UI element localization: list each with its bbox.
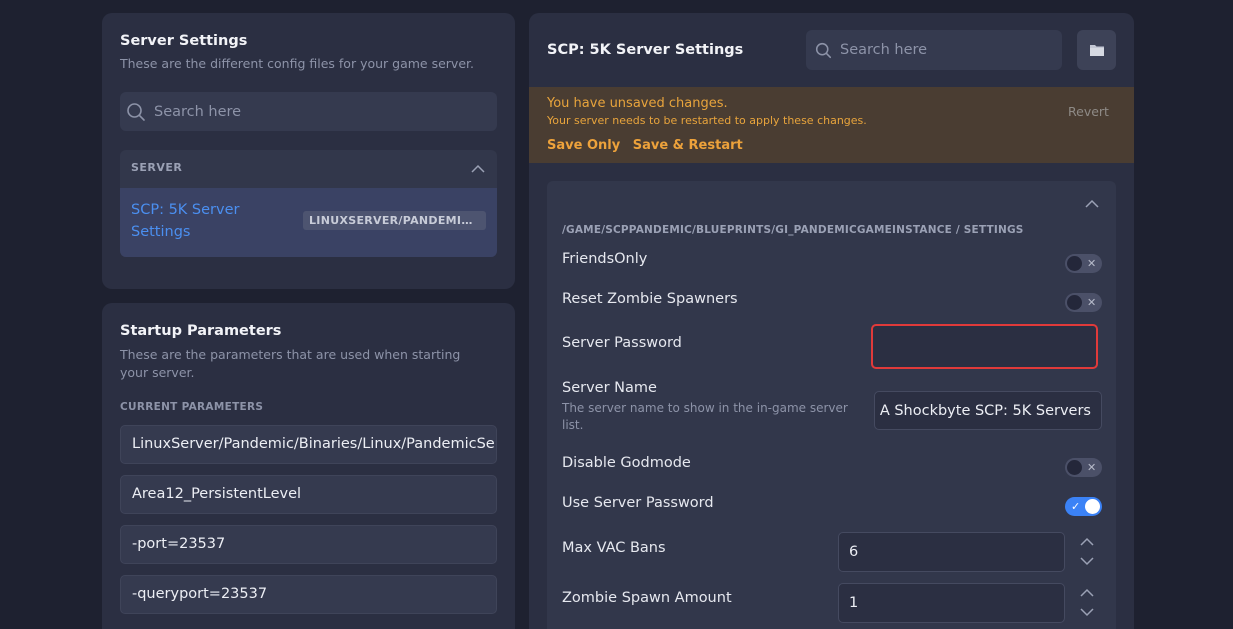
chevron-down-icon bbox=[1080, 607, 1094, 616]
toggle-off-icon: ✕ bbox=[1087, 296, 1097, 309]
settings-file-title: SCP: 5K Server Settings bbox=[547, 42, 744, 58]
disable-godmode-toggle[interactable]: ✕ bbox=[1065, 458, 1102, 477]
chevron-up-icon bbox=[1080, 588, 1094, 597]
settings-search-placeholder: Search here bbox=[840, 42, 928, 58]
zombie-spawn-amount-label: Zombie Spawn Amount bbox=[562, 590, 732, 606]
toggle-knob bbox=[1067, 295, 1082, 310]
server-config-group: SERVER SCP: 5K Server Settings LINUXSERV… bbox=[120, 150, 497, 257]
decrement-button[interactable] bbox=[1079, 602, 1095, 622]
server-password-input[interactable] bbox=[871, 324, 1098, 369]
unsaved-changes-alert: You have unsaved changes. Your server ne… bbox=[529, 87, 1134, 163]
config-file-label: SCP: 5K Server Settings bbox=[131, 202, 240, 240]
parameter-field[interactable]: -port=23537 bbox=[120, 525, 497, 564]
startup-parameters-panel: Startup Parameters These are the paramet… bbox=[102, 303, 515, 629]
config-search-placeholder: Search here bbox=[154, 103, 242, 120]
settings-section-card: /GAME/SCPPANDEMIC/BLUEPRINTS/GI_PANDEMIC… bbox=[547, 181, 1116, 629]
server-settings-panel: Server Settings These are the different … bbox=[102, 13, 515, 289]
max-vac-bans-label: Max VAC Bans bbox=[562, 540, 666, 556]
startup-subtitle: These are the parameters that are used w… bbox=[120, 347, 461, 380]
config-file-path-badge: LINUXSERVER/PANDEMIC/SAVED/CONFIG/LINUXS… bbox=[303, 211, 486, 230]
increment-button[interactable] bbox=[1079, 582, 1095, 602]
server-settings-subtitle: These are the different config files for… bbox=[120, 56, 474, 71]
page: Server Settings These are the different … bbox=[0, 0, 1233, 629]
server-name-label: Server Name bbox=[562, 380, 657, 396]
server-name-value: A Shockbyte SCP: 5K Servers bbox=[879, 402, 1091, 419]
zombie-spawn-amount-stepper bbox=[1079, 582, 1095, 622]
parameter-field[interactable]: -queryport=23537 bbox=[120, 575, 497, 614]
save-restart-button[interactable]: Save & Restart bbox=[633, 138, 743, 153]
config-search-input[interactable]: Search here bbox=[120, 92, 497, 131]
toggle-knob bbox=[1085, 499, 1100, 514]
section-path: /GAME/SCPPANDEMIC/BLUEPRINTS/GI_PANDEMIC… bbox=[562, 224, 1024, 236]
toggle-on-icon: ✓ bbox=[1071, 500, 1081, 513]
use-server-password-toggle[interactable]: ✓ bbox=[1065, 497, 1102, 516]
decrement-button[interactable] bbox=[1079, 551, 1095, 571]
disable-godmode-label: Disable Godmode bbox=[562, 455, 691, 471]
server-name-input[interactable]: A Shockbyte SCP: 5K Servers bbox=[874, 391, 1102, 430]
max-vac-bans-input[interactable]: 6 bbox=[838, 532, 1065, 572]
toggle-off-icon: ✕ bbox=[1087, 257, 1097, 270]
server-name-description: The server name to show in the in-game s… bbox=[562, 401, 848, 432]
chevron-down-icon bbox=[1080, 556, 1094, 565]
reset-zombie-spawners-label: Reset Zombie Spawners bbox=[562, 291, 738, 307]
toggle-knob bbox=[1067, 460, 1082, 475]
reset-zombie-spawners-toggle[interactable]: ✕ bbox=[1065, 293, 1102, 312]
toggle-off-icon: ✕ bbox=[1087, 461, 1097, 474]
game-ini-settings-panel: SCP: 5K Server Settings Search here You … bbox=[529, 13, 1134, 629]
restart-notice: Your server needs to be restarted to app… bbox=[547, 114, 867, 127]
server-password-label: Server Password bbox=[562, 335, 682, 351]
max-vac-bans-stepper bbox=[1079, 531, 1095, 571]
settings-search-input[interactable]: Search here bbox=[806, 30, 1062, 70]
chevron-up-icon bbox=[1080, 537, 1094, 546]
friends-only-label: FriendsOnly bbox=[562, 251, 648, 267]
chevron-up-icon[interactable] bbox=[471, 164, 485, 174]
search-icon bbox=[815, 42, 832, 58]
alert-actions: Save Only Save & Restart bbox=[547, 138, 751, 153]
toggle-knob bbox=[1067, 256, 1082, 271]
config-file-item[interactable]: SCP: 5K Server Settings LINUXSERVER/PAND… bbox=[120, 188, 497, 257]
parameter-field[interactable]: LinuxServer/Pandemic/Binaries/Linux/Pand… bbox=[120, 425, 497, 464]
server-group-heading: SERVER bbox=[131, 161, 183, 174]
search-icon bbox=[127, 102, 145, 121]
startup-title: Startup Parameters bbox=[120, 323, 282, 339]
revert-button[interactable]: Revert bbox=[1068, 104, 1109, 119]
zombie-spawn-amount-input[interactable]: 1 bbox=[838, 583, 1065, 623]
save-only-button[interactable]: Save Only bbox=[547, 138, 620, 153]
current-parameters-heading: CURRENT PARAMETERS bbox=[120, 401, 264, 413]
increment-button[interactable] bbox=[1079, 531, 1095, 551]
friends-only-toggle[interactable]: ✕ bbox=[1065, 254, 1102, 273]
parameter-field[interactable]: Area12_PersistentLevel bbox=[120, 475, 497, 514]
unsaved-changes-title: You have unsaved changes. bbox=[547, 96, 728, 111]
server-settings-title: Server Settings bbox=[120, 33, 248, 49]
chevron-up-icon[interactable] bbox=[1085, 199, 1099, 209]
folder-icon bbox=[1089, 45, 1104, 56]
use-server-password-label: Use Server Password bbox=[562, 495, 714, 511]
open-folder-button[interactable] bbox=[1077, 30, 1116, 70]
